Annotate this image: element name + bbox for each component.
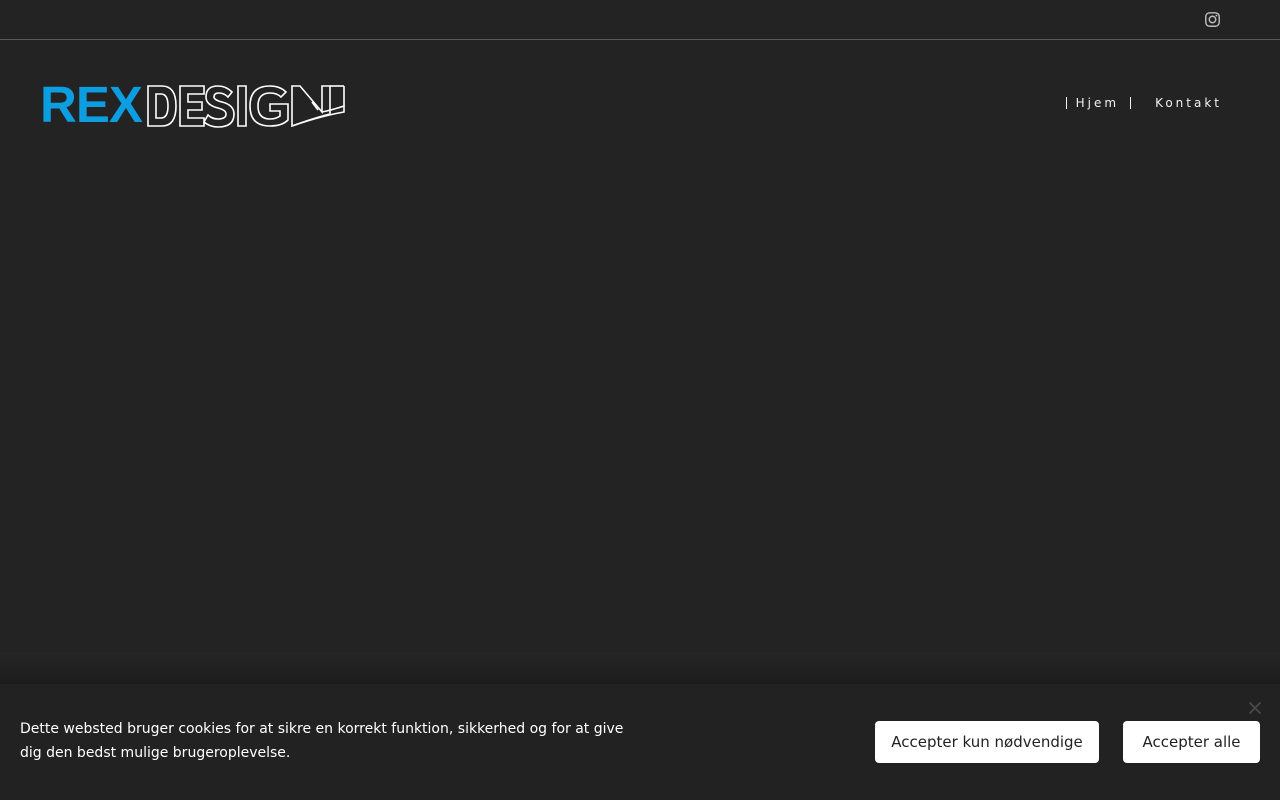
main-nav: Hjem Kontakt — [1065, 96, 1222, 110]
nav-item-hjem[interactable]: Hjem — [1076, 96, 1119, 110]
top-bar — [0, 0, 1280, 40]
nav-divider — [1130, 97, 1132, 109]
footer-band — [0, 652, 1280, 684]
close-icon[interactable] — [1247, 700, 1263, 716]
logo-rex-text: REX — [40, 76, 143, 133]
cookie-banner: Dette websted bruger cookies for at sikr… — [0, 684, 1280, 800]
nav-item-kontakt[interactable]: Kontakt — [1155, 96, 1222, 110]
cookie-message: Dette websted bruger cookies for at sikr… — [20, 721, 624, 761]
accept-necessary-button[interactable]: Accepter kun nødvendige — [875, 721, 1099, 763]
rex-design-logo[interactable]: REX — [40, 76, 346, 133]
instagram-icon[interactable] — [1204, 11, 1221, 28]
logo-design-wordmark — [147, 85, 345, 128]
site-header: REX Hjem Kontakt — [0, 40, 1280, 652]
accept-all-button[interactable]: Accepter alle — [1123, 721, 1260, 763]
nav-divider — [1065, 97, 1067, 109]
